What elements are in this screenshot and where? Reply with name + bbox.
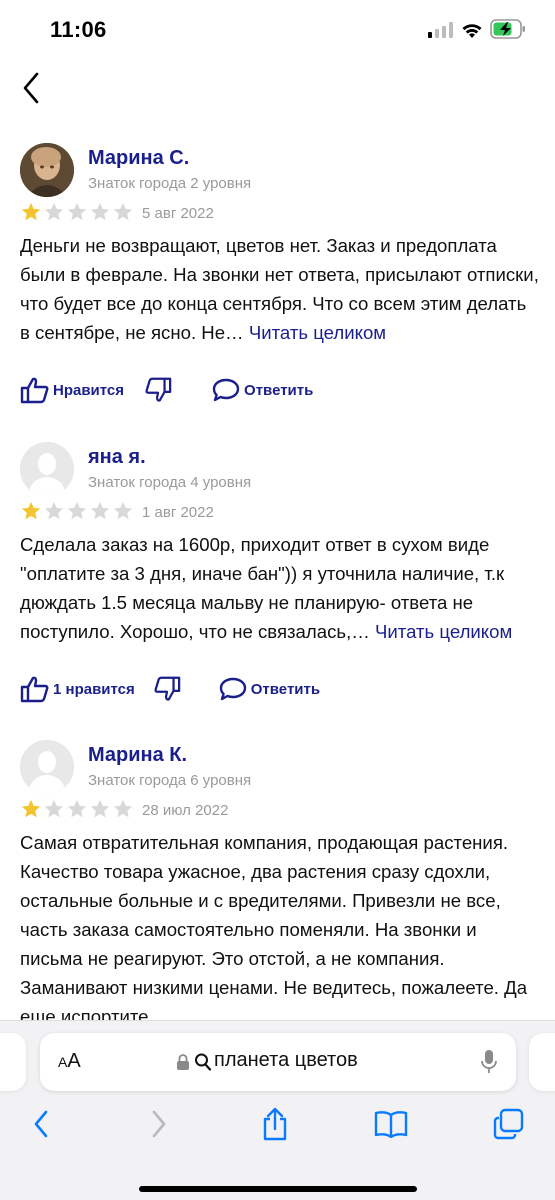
star-empty-icon (67, 799, 87, 818)
user-placeholder-icon (20, 740, 74, 794)
review-card: Марина К. Знаток города 6 уровня 28 июл … (0, 740, 555, 1020)
comment-bubble-icon (212, 378, 240, 402)
rating-stars (20, 798, 134, 820)
browser-forward-button[interactable] (144, 1107, 174, 1141)
share-button[interactable] (258, 1107, 292, 1141)
review-date: 5 авг 2022 (142, 205, 214, 222)
chevron-left-icon (23, 72, 39, 104)
review-card: Марина С. Знаток города 2 уровня 5 авг 2… (0, 143, 555, 413)
microphone-icon[interactable] (480, 1049, 498, 1075)
share-icon (263, 1107, 287, 1141)
review-text-body: Самая отвратительная компания, продающая… (20, 832, 528, 1020)
review-actions: Нравится Ответить (20, 375, 313, 405)
rating-stars (20, 500, 134, 522)
aa-small-label: A (58, 1054, 68, 1070)
comment-bubble-icon (219, 677, 246, 701)
aa-large-label: A (67, 1050, 81, 1072)
star-empty-icon (44, 501, 64, 520)
address-query[interactable]: планета цветов (214, 1049, 358, 1072)
review-date: 28 июл 2022 (142, 802, 229, 819)
tabs-icon (493, 1108, 524, 1140)
star-filled-icon (21, 202, 41, 221)
chevron-right-icon (152, 1110, 166, 1138)
avatar[interactable] (20, 442, 74, 496)
avatar[interactable] (20, 740, 74, 794)
user-photo-icon (20, 143, 74, 197)
previous-tab-preview[interactable] (0, 1033, 26, 1091)
star-filled-icon (21, 799, 41, 818)
wifi-icon (462, 24, 482, 38)
book-icon (374, 1111, 408, 1138)
lock-icon (177, 1054, 189, 1070)
review-text: Сделала заказ на 1600р, приходит ответ в… (20, 530, 540, 646)
status-bar: 11:06 (0, 0, 555, 62)
star-empty-icon (67, 501, 87, 520)
review-author-level: Знаток города 2 уровня (88, 175, 252, 192)
star-empty-icon (90, 799, 110, 818)
thumbs-up-icon (20, 676, 49, 703)
star-empty-icon (113, 501, 133, 520)
star-empty-icon (113, 202, 133, 221)
browser-back-button[interactable] (26, 1107, 56, 1141)
reply-button[interactable]: Ответить (219, 676, 320, 702)
chevron-left-icon (34, 1110, 48, 1138)
search-icon (195, 1053, 212, 1071)
review-card: яна я. Знаток города 4 уровня 1 авг 2022… (0, 442, 555, 712)
thumbs-down-icon (145, 377, 172, 402)
dislike-button[interactable] (144, 376, 172, 404)
avatar[interactable] (20, 143, 74, 197)
cellular-signal-icon (428, 22, 453, 38)
like-label: Нравится (53, 381, 125, 399)
star-empty-icon (44, 799, 64, 818)
star-empty-icon (67, 202, 87, 221)
like-button[interactable]: 1 нравится (20, 675, 135, 703)
bookmarks-button[interactable] (372, 1107, 410, 1141)
read-more-link[interactable]: Читать целиком (249, 322, 386, 343)
star-filled-icon (21, 501, 41, 520)
dislike-button[interactable] (153, 675, 181, 703)
like-button[interactable]: Нравится (20, 376, 124, 404)
thumbs-down-icon (154, 676, 181, 701)
star-empty-icon (44, 202, 64, 221)
user-placeholder-icon (20, 442, 74, 496)
status-time: 11:06 (50, 17, 107, 42)
rating-stars (20, 201, 134, 223)
star-empty-icon (90, 501, 110, 520)
read-more-link[interactable]: Читать целиком (375, 621, 512, 642)
reply-label: Ответить (250, 680, 321, 698)
review-author-level: Знаток города 4 уровня (88, 474, 252, 491)
page-settings-button[interactable]: AA (58, 1050, 81, 1073)
battery-charging-icon (490, 19, 525, 39)
star-empty-icon (90, 202, 110, 221)
review-date: 1 авг 2022 (142, 504, 214, 521)
review-text: Деньги не возвращают, цветов нет. Заказ … (20, 231, 540, 347)
next-tab-preview[interactable] (529, 1033, 555, 1091)
review-author[interactable]: Марина К. (88, 744, 187, 767)
review-author[interactable]: яна я. (88, 446, 146, 469)
review-author[interactable]: Марина С. (88, 147, 189, 170)
browser-toolbar: AA планета цветов (0, 1020, 555, 1200)
like-label: 1 нравится (53, 680, 135, 698)
address-bar[interactable]: AA планета цветов (40, 1033, 516, 1091)
reply-button[interactable]: Ответить (212, 377, 313, 403)
review-actions: 1 нравится Ответить (20, 674, 320, 704)
home-indicator (139, 1186, 417, 1192)
star-empty-icon (113, 799, 133, 818)
back-button[interactable] (14, 70, 48, 106)
review-text: Самая отвратительная компания, продающая… (20, 828, 540, 1020)
thumbs-up-icon (20, 377, 49, 404)
review-author-level: Знаток города 6 уровня (88, 772, 252, 789)
reply-label: Ответить (244, 381, 314, 399)
tabs-button[interactable] (490, 1107, 526, 1141)
